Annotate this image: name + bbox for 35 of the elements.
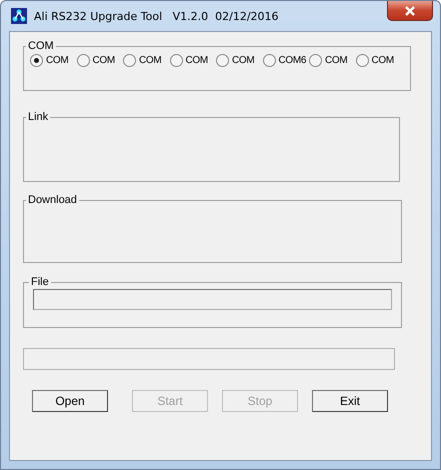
radio-label: COM: [46, 55, 68, 66]
radio-label: COM: [372, 55, 394, 66]
radio-label: COM: [232, 55, 254, 66]
radio-button[interactable]: [170, 54, 182, 67]
radio-label: COM6: [278, 55, 306, 66]
radio-button[interactable]: [76, 54, 90, 67]
com-radio[interactable]: COM: [216, 54, 262, 67]
radio-button[interactable]: [262, 54, 276, 67]
com-radio[interactable]: COM: [30, 54, 76, 67]
com-radio[interactable]: COM: [170, 54, 216, 67]
com-radio[interactable]: COM: [356, 54, 402, 67]
group-label: Download: [27, 194, 78, 206]
radio-button[interactable]: [216, 54, 229, 67]
group-label: File: [30, 276, 50, 288]
com-radio[interactable]: COM6: [262, 54, 309, 67]
close-icon: [404, 6, 416, 16]
radio-button[interactable]: [309, 54, 322, 67]
com-radio[interactable]: COM: [309, 54, 356, 67]
radio-button[interactable]: [123, 54, 136, 67]
radio-label: COM: [325, 55, 348, 66]
radio-label: COM: [186, 55, 208, 66]
window-title: Ali RS232 Upgrade Tool V1.2.0 02/12/2016: [34, 10, 279, 22]
app-icon: [11, 8, 27, 24]
group-label: COM: [27, 40, 55, 52]
group-label: Link: [27, 111, 50, 123]
close-button[interactable]: [387, 1, 433, 21]
com-radio[interactable]: COM: [123, 54, 170, 67]
radio-label: COM: [92, 55, 115, 66]
radio-label: COM: [139, 55, 162, 66]
file-path-field[interactable]: [33, 289, 392, 310]
radio-button[interactable]: [356, 54, 368, 67]
dialog-button[interactable]: Exit: [312, 390, 388, 412]
dialog-button[interactable]: Open: [32, 390, 108, 412]
com-radio[interactable]: COM: [76, 54, 123, 67]
radio-button[interactable]: [30, 54, 43, 67]
